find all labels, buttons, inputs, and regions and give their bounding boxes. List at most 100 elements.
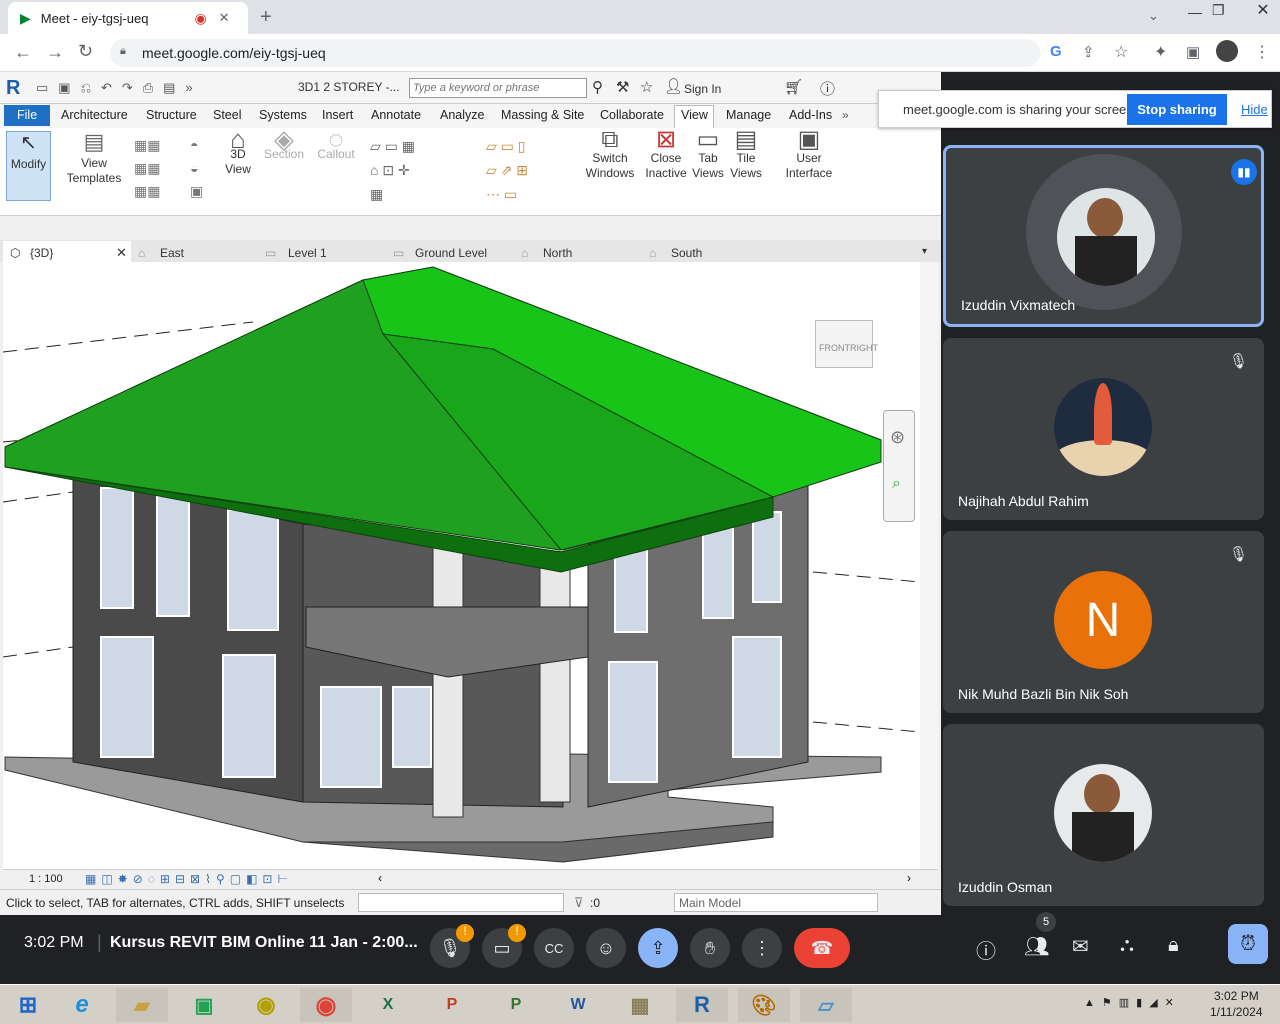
section-button[interactable]: ◈ Section <box>262 126 306 162</box>
tab-massing-site[interactable]: Massing & Site <box>501 108 584 122</box>
internet-explorer-icon[interactable]: e <box>56 988 108 1022</box>
participant-tile[interactable]: Izuddin Osman <box>943 724 1264 906</box>
word-icon[interactable]: W <box>552 988 604 1022</box>
photos-icon[interactable]: ◉ <box>240 988 292 1022</box>
tab-file[interactable]: File <box>17 108 37 122</box>
view-templates-button[interactable]: ▤ View Templates <box>62 131 126 186</box>
view-tab-north[interactable]: North <box>543 246 572 260</box>
captions-button[interactable]: CC <box>534 928 574 968</box>
close-inactive-button[interactable]: ⊠ Close Inactive <box>642 128 690 181</box>
zoom-icon[interactable]: ⌕ <box>892 475 901 493</box>
menu-icon[interactable]: ⋮ <box>1254 42 1270 62</box>
restore-icon[interactable]: ❐ <box>1212 2 1225 19</box>
share-icon[interactable]: ⇪ <box>1082 43 1095 61</box>
view-tab-east[interactable]: East <box>160 246 184 260</box>
sheet-composition-icons[interactable]: ▱ ▭ ▯ ▱ ⇗ ⊞ ⋯ ▭ <box>486 134 566 206</box>
store-icon[interactable]: ▣ <box>178 988 230 1022</box>
participant-tile[interactable]: N 🎙︎ Nik Muhd Bazli Bin Nik Soh <box>943 531 1264 713</box>
side-panel-icon[interactable]: ▣ <box>1186 43 1200 61</box>
minimize-icon[interactable]: — <box>1188 4 1202 20</box>
reactions-button[interactable]: ☺ <box>586 928 626 968</box>
tab-insert[interactable]: Insert <box>322 108 353 122</box>
view-tab-south[interactable]: South <box>671 246 702 260</box>
close-tab-icon[interactable]: ✕ <box>219 10 230 26</box>
bookmark-star-icon[interactable]: ☆ <box>1114 42 1128 62</box>
viewcube[interactable]: FRONT RIGHT <box>815 320 878 368</box>
view-tab-menu-icon[interactable]: ▾ <box>922 246 927 257</box>
raise-hand-button[interactable]: ✋︎ <box>690 928 730 968</box>
tile-views-button[interactable]: ▤ Tile Views <box>730 128 762 181</box>
tab-add-ins[interactable]: Add-Ins <box>789 108 832 122</box>
tab-search-icon[interactable]: ⌄ <box>1148 8 1159 24</box>
steering-wheel-icon[interactable]: ⊛ <box>890 427 905 448</box>
chat-icon[interactable]: ✉︎ <box>1072 934 1089 959</box>
tab-systems[interactable]: Systems <box>259 108 307 122</box>
sign-in-link[interactable]: Sign In <box>684 82 721 96</box>
help-icon[interactable]: ⓘ <box>820 78 835 99</box>
forward-icon[interactable]: → <box>46 42 64 63</box>
tab-architecture[interactable]: Architecture <box>61 108 128 122</box>
keyword-search-input[interactable] <box>409 78 587 98</box>
reload-icon[interactable]: ↻ <box>78 41 93 62</box>
subscription-icon[interactable]: ⚒ <box>616 78 629 96</box>
workset-dropdown[interactable] <box>358 893 564 912</box>
tab-views-button[interactable]: ▭ Tab Views <box>692 128 724 181</box>
app-icon[interactable]: ▦ <box>614 988 666 1022</box>
tab-analyze[interactable]: Analyze <box>440 108 484 122</box>
end-call-button[interactable]: ☎︎ <box>794 928 850 968</box>
google-icon[interactable]: G <box>1050 43 1062 60</box>
paint-icon[interactable]: 🎨︎ <box>738 988 790 1022</box>
chrome-icon[interactable]: ◉ <box>300 988 352 1022</box>
view-tab-3d[interactable]: {3D} <box>30 246 53 260</box>
qat-icons[interactable]: ▭▣⎌↶↷⎙▤» <box>36 80 203 96</box>
filter-icon[interactable]: ⊽ <box>574 895 584 911</box>
host-controls-icon[interactable]: 🔒︎ <box>1168 934 1179 957</box>
project-icon[interactable]: P <box>490 988 542 1022</box>
view-tab-ground-level[interactable]: Ground Level <box>415 246 487 260</box>
back-icon[interactable]: ← <box>14 42 32 63</box>
user-interface-button[interactable]: ▣ User Interface <box>782 128 836 181</box>
binoculars-icon[interactable]: ⚲ <box>592 78 603 96</box>
profile-avatar[interactable] <box>1216 40 1238 62</box>
viewcube-right[interactable]: RIGHT <box>850 343 878 353</box>
activities-icon[interactable]: ⛬ <box>1120 934 1134 957</box>
url-field[interactable]: 🔒︎ meet.google.com/eiy-tgsj-ueq <box>110 39 1040 67</box>
tray-icons[interactable]: ▲⚑▥▮◢✕ <box>1084 996 1181 1009</box>
view-control-icons[interactable]: ▦◫✸⊘◌⊞⊟⊠⌇⚲▢◧⊡⊢ <box>85 872 293 886</box>
cart-icon[interactable]: 🛒︎ <box>784 78 803 96</box>
stop-sharing-button[interactable]: Stop sharing <box>1127 94 1227 125</box>
extensions-icon[interactable]: ✦ <box>1154 42 1167 62</box>
design-option-dropdown[interactable]: Main Model <box>674 893 878 912</box>
close-window-icon[interactable]: ✕ <box>1246 0 1280 22</box>
participant-tile[interactable]: 🎙︎ Najihah Abdul Rahim <box>943 338 1264 520</box>
favorites-star-icon[interactable]: ☆ <box>640 78 653 96</box>
hide-link[interactable]: Hide <box>1241 102 1268 117</box>
scroll-left-icon[interactable]: ‹ <box>378 871 382 885</box>
switch-windows-button[interactable]: ⧉ Switch Windows <box>584 128 636 181</box>
tab-manage[interactable]: Manage <box>726 108 771 122</box>
more-options-button[interactable]: ⋮ <box>742 928 782 968</box>
tab-annotate[interactable]: Annotate <box>371 108 421 122</box>
tab-view[interactable]: View <box>681 108 708 122</box>
view-tab-level1[interactable]: Level 1 <box>288 246 327 260</box>
revit-taskbar-icon[interactable]: R <box>676 988 728 1022</box>
create-view-icons[interactable]: ▱ ▭ ▦ ⌂ ⊡ ✛ ▦ <box>370 134 470 206</box>
graphics-icons[interactable]: ◓ ◒ ▣ <box>190 134 206 203</box>
powerpoint-icon[interactable]: P <box>426 988 478 1022</box>
vertical-scrollbar[interactable] <box>920 262 938 872</box>
present-button[interactable]: ⇪ <box>638 928 678 968</box>
info-icon[interactable]: ⓘ <box>976 935 996 964</box>
start-icon[interactable]: ⊞ <box>2 988 54 1022</box>
browser-tab[interactable]: ▶ Meet - eiy-tgsj-ueq ◉ ✕ <box>8 2 248 34</box>
tab-collaborate[interactable]: Collaborate <box>600 108 664 122</box>
viewcube-front[interactable]: FRONT <box>819 343 850 353</box>
file-explorer-icon[interactable]: ▰ <box>116 988 168 1022</box>
callout-button[interactable]: ◌ Callout <box>314 126 358 162</box>
participant-tile[interactable]: ▮▮ Izuddin Vixmatech <box>943 145 1264 327</box>
close-view-tab-icon[interactable]: ✕ <box>116 245 127 261</box>
view-scale[interactable]: 1 : 100 <box>29 873 63 885</box>
revit-logo-icon[interactable]: R <box>6 77 20 100</box>
more-tabs-icon[interactable]: » <box>842 108 849 122</box>
people-icon[interactable]: 👥︎ <box>1024 934 1049 959</box>
excel-icon[interactable]: X <box>362 988 414 1022</box>
